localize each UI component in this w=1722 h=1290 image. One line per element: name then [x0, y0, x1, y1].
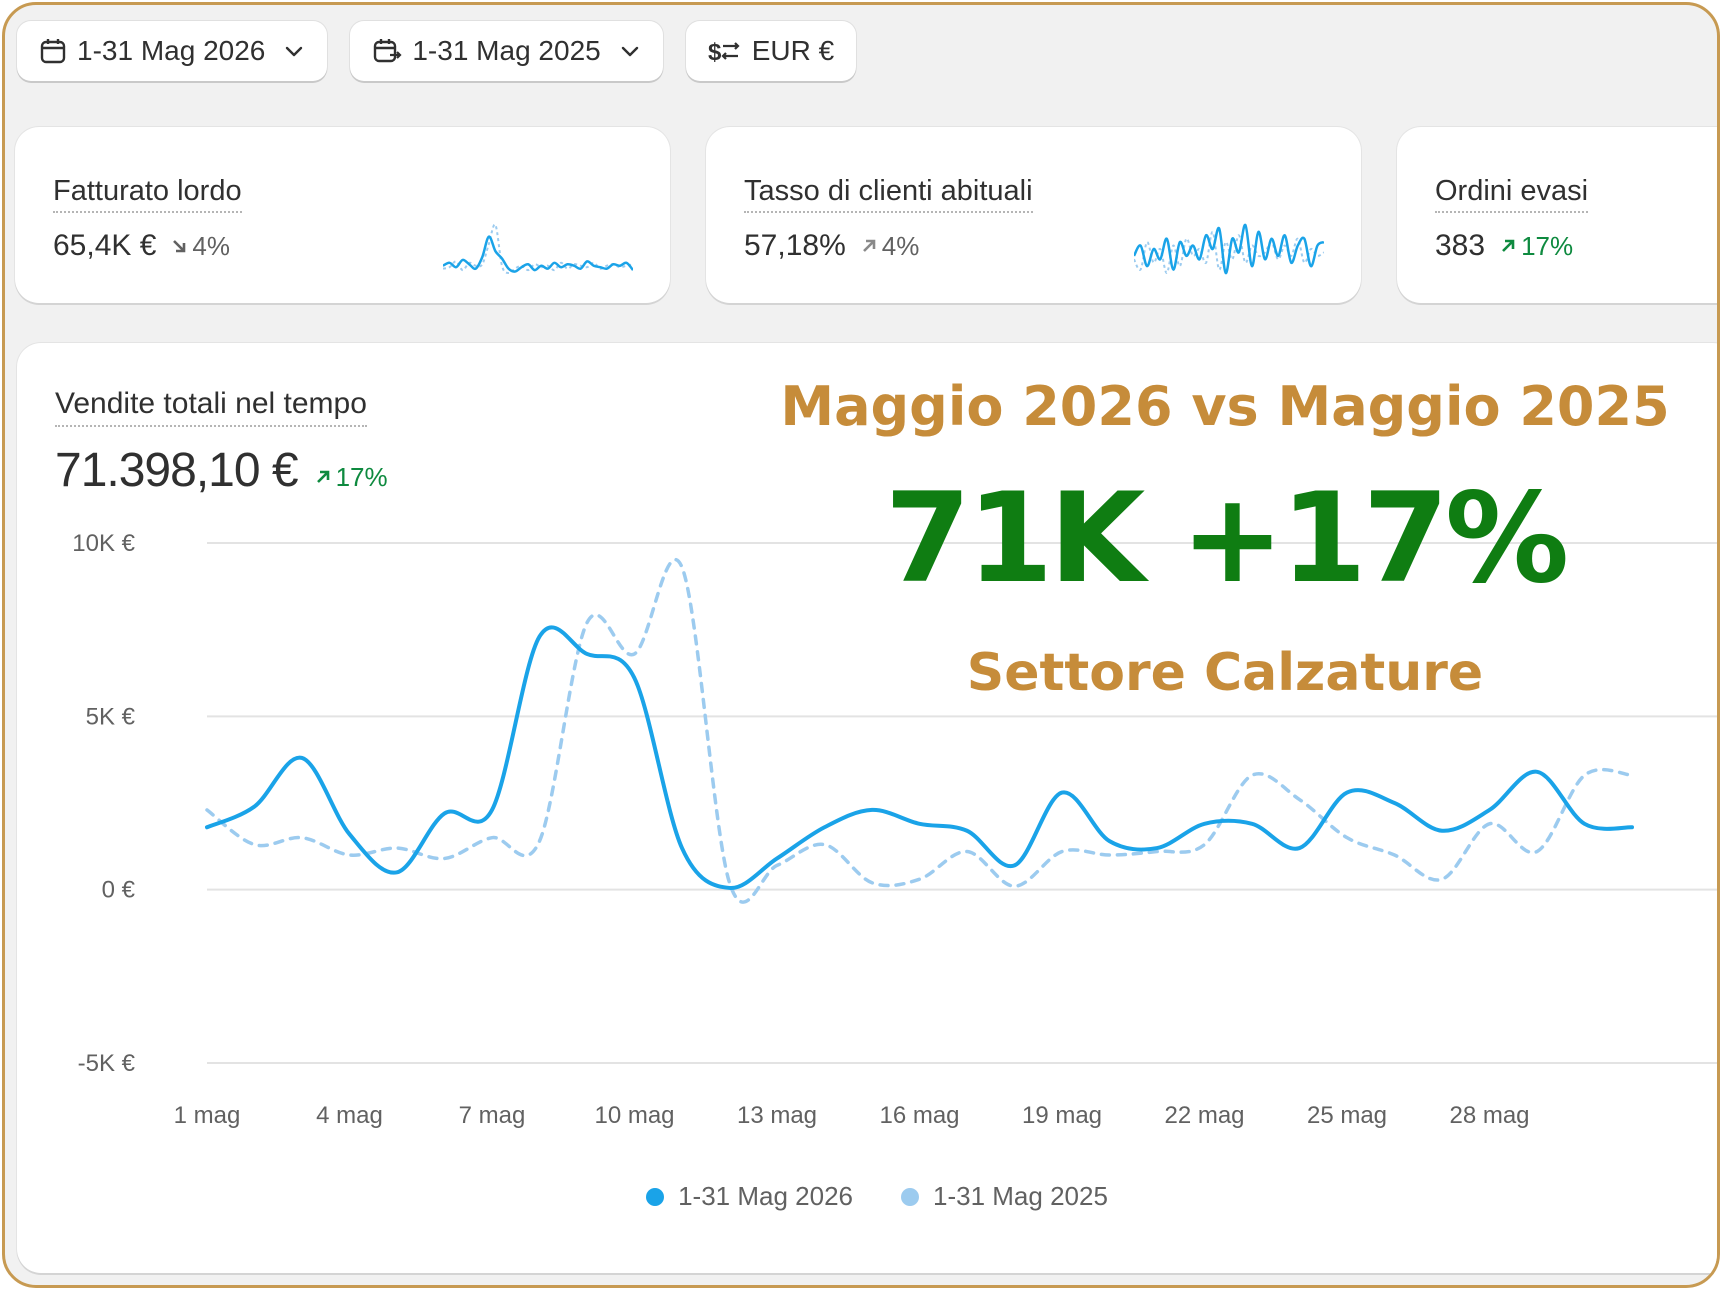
y-tick-label: 10K €	[72, 530, 135, 557]
sparkline-returning-customers	[1134, 223, 1324, 275]
legend-label-current: 1-31 Mag 2026	[678, 1181, 853, 1211]
metric-card-gross-revenue[interactable]: Fatturato lordo 65,4K € 4%	[15, 127, 670, 303]
x-tick-label: 4 mag	[316, 1102, 383, 1129]
chart-legend: 1-31 Mag 2026 1-31 Mag 2025	[17, 1181, 1717, 1212]
y-tick-label: 0 €	[102, 877, 136, 904]
x-tick-label: 25 mag	[1307, 1102, 1387, 1129]
calendar-icon	[40, 39, 66, 64]
date-range-picker[interactable]: 1-31 Mag 2026	[17, 21, 328, 81]
arrow-up-right-icon	[1502, 239, 1515, 252]
svg-text:$: $	[708, 39, 722, 65]
metric-card-fulfilled-orders[interactable]: Ordini evasi 383 17%	[1397, 127, 1717, 303]
currency-selector[interactable]: $ EUR €	[685, 21, 857, 81]
x-tick-label: 10 mag	[594, 1102, 674, 1129]
metric-value: 65,4K €	[53, 229, 157, 262]
overlay-headline: 71K +17%	[884, 467, 1570, 611]
x-tick-label: 13 mag	[737, 1102, 817, 1129]
metric-delta-value: 4%	[881, 230, 920, 261]
chevron-down-icon	[621, 46, 638, 57]
toolbar: 1-31 Mag 2026 1-31 Mag 2025 $ EUR €	[17, 21, 857, 81]
metric-label: Fatturato lordo	[53, 175, 242, 213]
legend-item-current[interactable]: 1-31 Mag 2026	[646, 1181, 853, 1212]
date-range-label: 1-31 Mag 2026	[77, 35, 266, 66]
x-tick-label: 28 mag	[1449, 1102, 1529, 1129]
arrow-down-right-icon	[173, 240, 186, 253]
overlay-subtitle: Maggio 2026 vs Maggio 2025	[780, 375, 1670, 438]
x-tick-label: 22 mag	[1164, 1102, 1244, 1129]
metric-value: 383	[1435, 229, 1486, 262]
overlay-sector: Settore Calzature	[966, 643, 1484, 703]
y-tick-label: 5K €	[86, 703, 136, 730]
sparkline-current	[1134, 223, 1324, 275]
currency-exchange-icon: $	[708, 39, 740, 65]
y-tick-label: -5K €	[78, 1050, 136, 1077]
arrow-up-right-icon	[862, 239, 876, 252]
metric-delta: 4%	[170, 231, 230, 262]
calendar-compare-icon	[374, 39, 402, 63]
x-tick-label: 19 mag	[1022, 1102, 1102, 1129]
dashboard-frame: 1-31 Mag 2026 1-31 Mag 2025 $ EUR € Fatt…	[2, 2, 1720, 1288]
metric-delta-value: 4%	[192, 230, 230, 261]
legend-item-previous[interactable]: 1-31 Mag 2025	[901, 1181, 1108, 1212]
sparkline-gross-revenue	[443, 223, 633, 275]
compare-range-label: 1-31 Mag 2025	[412, 35, 601, 66]
x-tick-label: 1 mag	[174, 1102, 241, 1129]
metric-value: 57,18%	[744, 229, 846, 262]
x-tick-label: 16 mag	[879, 1102, 959, 1129]
metric-delta-value: 17%	[1521, 230, 1574, 261]
chevron-down-icon	[286, 46, 303, 57]
currency-label: EUR €	[751, 35, 835, 66]
metric-delta: 4%	[860, 230, 920, 262]
legend-dot-current	[646, 1187, 665, 1206]
compare-range-picker[interactable]: 1-31 Mag 2025	[350, 21, 663, 81]
metric-label: Tasso di clienti abituali	[744, 175, 1033, 213]
legend-label-previous: 1-31 Mag 2025	[933, 1181, 1108, 1211]
legend-dot-previous	[901, 1187, 919, 1206]
x-tick-label: 7 mag	[459, 1102, 526, 1129]
metric-label: Ordini evasi	[1435, 175, 1589, 213]
metric-card-returning-customers[interactable]: Tasso di clienti abituali 57,18% 4%	[706, 127, 1361, 303]
metric-delta: 17%	[1499, 231, 1573, 262]
